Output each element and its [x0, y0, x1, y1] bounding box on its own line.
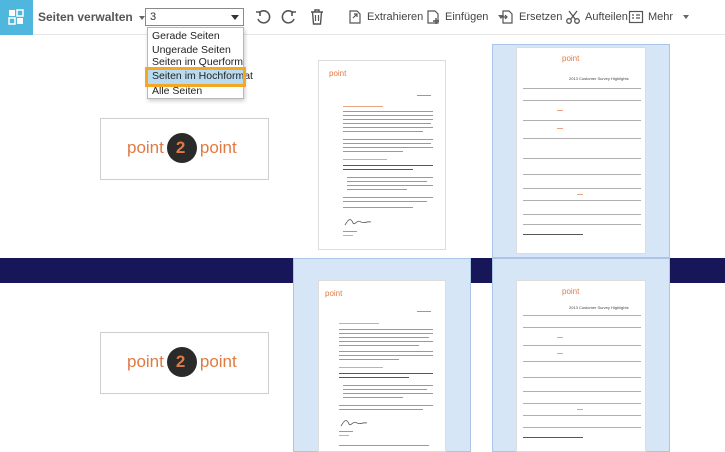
chevron-down-icon [683, 15, 690, 19]
more-icon [628, 10, 644, 24]
extract-button[interactable]: Extrahieren [347, 9, 423, 25]
scissors-icon [566, 10, 580, 24]
logo-text-left: point [127, 352, 164, 371]
logo-text-right: point [199, 352, 237, 371]
insert-label: Einfügen [445, 11, 489, 23]
more-button[interactable]: Mehr [628, 9, 690, 25]
page-title[interactable]: Seiten verwalten [38, 10, 145, 24]
page-thumbnail-frame-selected[interactable]: point 2013 Customer Survey Highlights [492, 258, 670, 452]
page-thumbnail-letter[interactable]: point [318, 280, 446, 452]
toolbar: Seiten verwalten 3 Extrahieren Einfügen … [0, 0, 725, 35]
dropdown-arrow-icon[interactable] [231, 15, 239, 20]
point2point-logo: point point [127, 133, 237, 163]
option-even-pages[interactable]: Gerade Seiten [148, 30, 243, 44]
logo-text-right: point [199, 138, 237, 157]
steering-wheel-icon [166, 133, 197, 163]
page-thumbnail-logo[interactable]: point point [100, 332, 269, 394]
split-button[interactable]: Aufteilen [565, 9, 628, 25]
logo-text-left: point [127, 138, 164, 157]
extract-label: Extrahieren [367, 11, 424, 23]
page-range-select[interactable]: 3 [145, 8, 244, 26]
page-thumbnail-letter[interactable]: point [318, 60, 446, 250]
page-thumbnail-logo[interactable]: point point [100, 118, 269, 180]
chevron-down-icon [138, 15, 145, 20]
signature-icon [340, 420, 368, 427]
steering-wheel-icon [166, 347, 197, 377]
small-logo-text: point [562, 54, 580, 63]
survey-title: 2013 Customer Survey Highlights [569, 76, 629, 81]
rotate-right-icon[interactable] [280, 8, 298, 26]
option-portrait-pages[interactable]: Seiten im Hochformat [145, 67, 253, 87]
small-logo-text: point [329, 69, 347, 78]
page-thumbnail-survey[interactable]: point 2013 Customer Survey Highlights [516, 280, 646, 452]
small-logo-text: point [325, 289, 343, 298]
replace-label: Ersetzen [519, 11, 563, 23]
page-thumbnails-area: point point point point [0, 35, 725, 452]
small-logo-text: point [562, 287, 580, 296]
organize-pages-icon[interactable] [0, 0, 33, 35]
page-range-value: 3 [150, 11, 157, 23]
split-label: Aufteilen [585, 11, 628, 23]
rotate-left-icon[interactable] [254, 8, 272, 26]
replace-button[interactable]: Ersetzen [499, 9, 562, 25]
point2point-logo: point point [127, 347, 237, 377]
page-thumbnail-survey[interactable]: point 2013 Customer Survey Highlights [516, 47, 646, 254]
replace-icon [501, 10, 513, 24]
page-thumbnail-frame-selected[interactable]: point [293, 258, 471, 452]
trash-icon[interactable] [308, 8, 326, 26]
extract-icon [349, 10, 361, 24]
signature-icon [344, 219, 372, 226]
option-odd-pages[interactable]: Ungerade Seiten [148, 44, 243, 58]
insert-button[interactable]: Einfügen [425, 9, 505, 25]
page-thumbnail-frame-selected[interactable]: point 2013 Customer Survey Highlights [492, 44, 670, 258]
more-label: Mehr [648, 11, 674, 23]
insert-page-icon [427, 10, 439, 24]
option-landscape-pages[interactable]: Seiten im Querformat [148, 57, 243, 67]
page-range-dropdown: Gerade Seiten Ungerade Seiten Seiten im … [145, 27, 253, 99]
option-all-pages[interactable]: Alle Seiten [148, 85, 243, 99]
survey-title: 2013 Customer Survey Highlights [569, 305, 629, 310]
page-title-label: Seiten verwalten [38, 10, 133, 24]
